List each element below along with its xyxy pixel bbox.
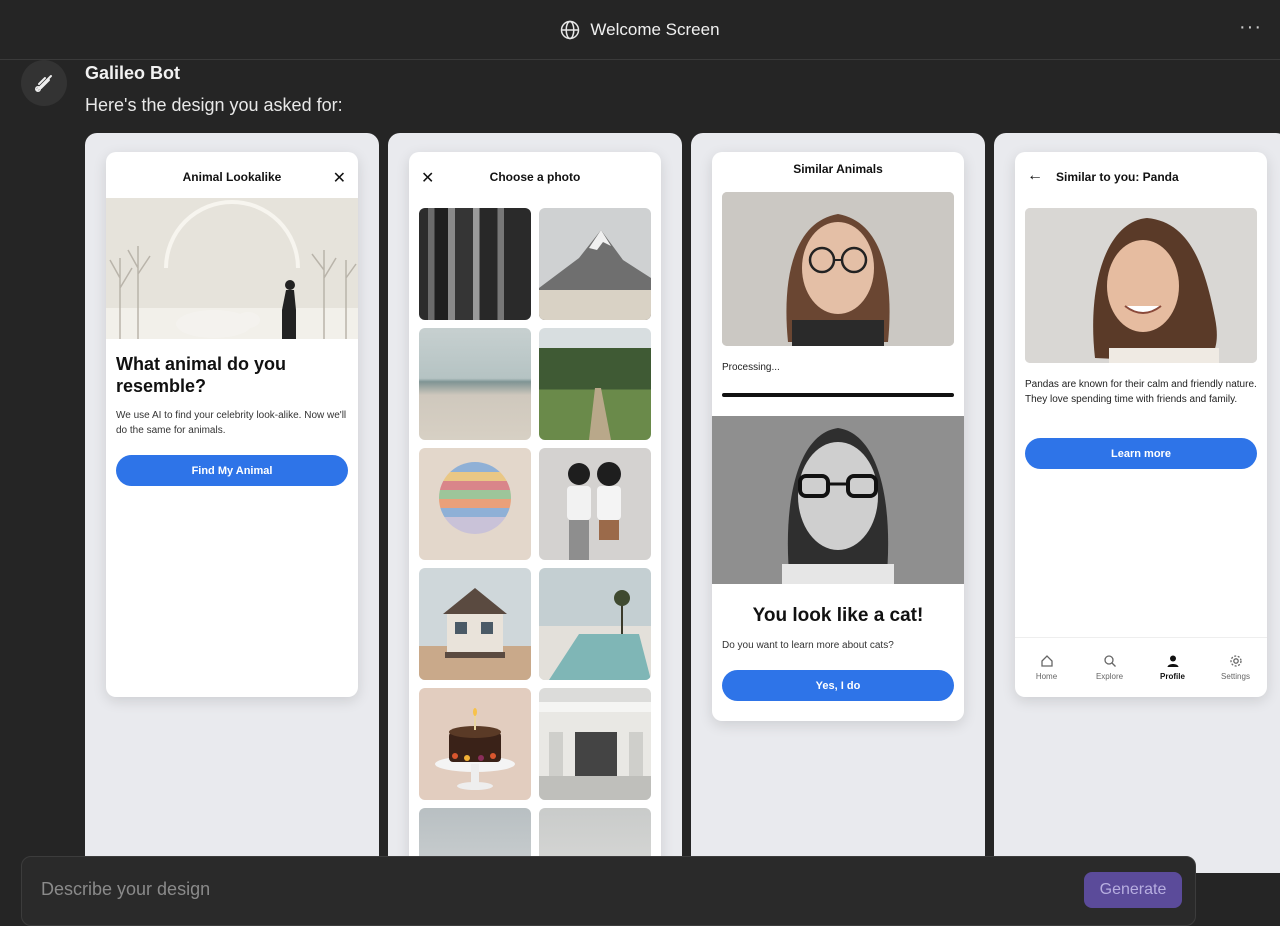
phone-screen-similar-panda: ← Similar to you: Panda Pandas are known… — [1015, 152, 1267, 697]
photo-beach[interactable] — [419, 328, 531, 440]
photo-rainbow-circle[interactable] — [419, 448, 531, 560]
bottom-navigation: Home Explore Profile Settings — [1015, 637, 1267, 697]
yes-i-do-button[interactable]: Yes, I do — [722, 670, 954, 701]
bot-avatar — [21, 60, 67, 106]
phone-screen-similar-animals: Similar Animals Processing... You look l… — [712, 152, 964, 721]
screen-title: Similar Animals — [793, 162, 883, 176]
nav-item-profile[interactable]: Profile — [1141, 638, 1204, 697]
search-icon — [1103, 655, 1116, 667]
screen-header: Animal Lookalike ✕ — [106, 152, 358, 202]
screen-title: Animal Lookalike — [182, 170, 282, 184]
nav-item-explore[interactable]: Explore — [1078, 638, 1141, 697]
bw-portrait-photo — [712, 416, 964, 584]
bot-name: Galileo Bot — [85, 63, 181, 83]
generate-button[interactable]: Generate — [1084, 872, 1182, 908]
portrait-photo — [722, 192, 954, 346]
photo-forest[interactable] — [419, 208, 531, 320]
design-panel-1[interactable]: Animal Lookalike ✕ What animal do you re… — [85, 133, 379, 873]
learn-more-button[interactable]: Learn more — [1025, 438, 1257, 469]
page-title: Welcome Screen — [590, 19, 720, 39]
close-icon[interactable]: ✕ — [333, 168, 346, 188]
screen-title: Similar to you: Panda — [1056, 170, 1179, 184]
design-prompt-input[interactable]: Describe your design — [41, 879, 210, 900]
photo-mountain[interactable] — [539, 208, 651, 320]
photo-trail[interactable] — [539, 328, 651, 440]
person-icon — [1167, 655, 1178, 667]
top-bar: Welcome Screen ··· — [0, 0, 1280, 60]
bot-message: Here's the design you asked for: — [85, 95, 343, 115]
panda-description: Pandas are known for their calm and frie… — [1025, 379, 1257, 405]
close-icon[interactable]: ✕ — [421, 168, 434, 188]
nav-label: Explore — [1095, 672, 1124, 681]
design-prompt-bar: Describe your design Generate — [21, 856, 1196, 926]
design-panel-2[interactable]: ✕ Choose a photo — [388, 133, 682, 873]
result-heading: You look like a cat! — [752, 605, 924, 626]
more-menu-button[interactable]: ··· — [1239, 16, 1262, 39]
home-icon — [1040, 655, 1053, 667]
photo-building[interactable] — [539, 688, 651, 800]
nav-item-home[interactable]: Home — [1015, 638, 1078, 697]
result-question: Do you want to learn more about cats? — [722, 640, 894, 651]
screen-header: Similar Animals — [712, 152, 964, 186]
find-my-animal-button[interactable]: Find My Animal — [116, 455, 348, 486]
screen-body: We use AI to find your celebrity look-al… — [116, 410, 347, 436]
progress-bar — [722, 393, 954, 397]
design-panel-3[interactable]: Similar Animals Processing... You look l… — [691, 133, 985, 873]
nav-label: Profile — [1160, 672, 1185, 681]
nav-item-settings[interactable]: Settings — [1204, 638, 1267, 697]
photo-children[interactable] — [539, 448, 651, 560]
photo-house[interactable] — [419, 568, 531, 680]
nav-label: Home — [1035, 672, 1058, 681]
photo-pool[interactable] — [539, 568, 651, 680]
phone-screen-animal-lookalike: Animal Lookalike ✕ What animal do you re… — [106, 152, 358, 697]
hero-image — [106, 198, 358, 339]
screen-title: Choose a photo — [489, 170, 581, 184]
screen-header: ✕ Choose a photo — [409, 152, 661, 202]
processing-status: Processing... — [722, 362, 780, 373]
title-wrap: Welcome Screen — [560, 19, 720, 40]
phone-screen-choose-photo: ✕ Choose a photo — [409, 152, 661, 873]
screen-heading: What animal do you resemble? — [116, 354, 287, 396]
back-arrow-icon[interactable]: ← — [1027, 167, 1043, 185]
design-panel-4[interactable]: ← Similar to you: Panda Pandas are known… — [994, 133, 1280, 873]
smiling-woman-photo — [1025, 208, 1257, 363]
nav-label: Settings — [1221, 672, 1250, 681]
gear-icon — [1229, 655, 1242, 667]
screen-header: ← Similar to you: Panda — [1015, 152, 1267, 202]
globe-icon — [561, 20, 580, 39]
photo-cake[interactable] — [419, 688, 531, 800]
galileo-logo-icon — [34, 75, 52, 93]
